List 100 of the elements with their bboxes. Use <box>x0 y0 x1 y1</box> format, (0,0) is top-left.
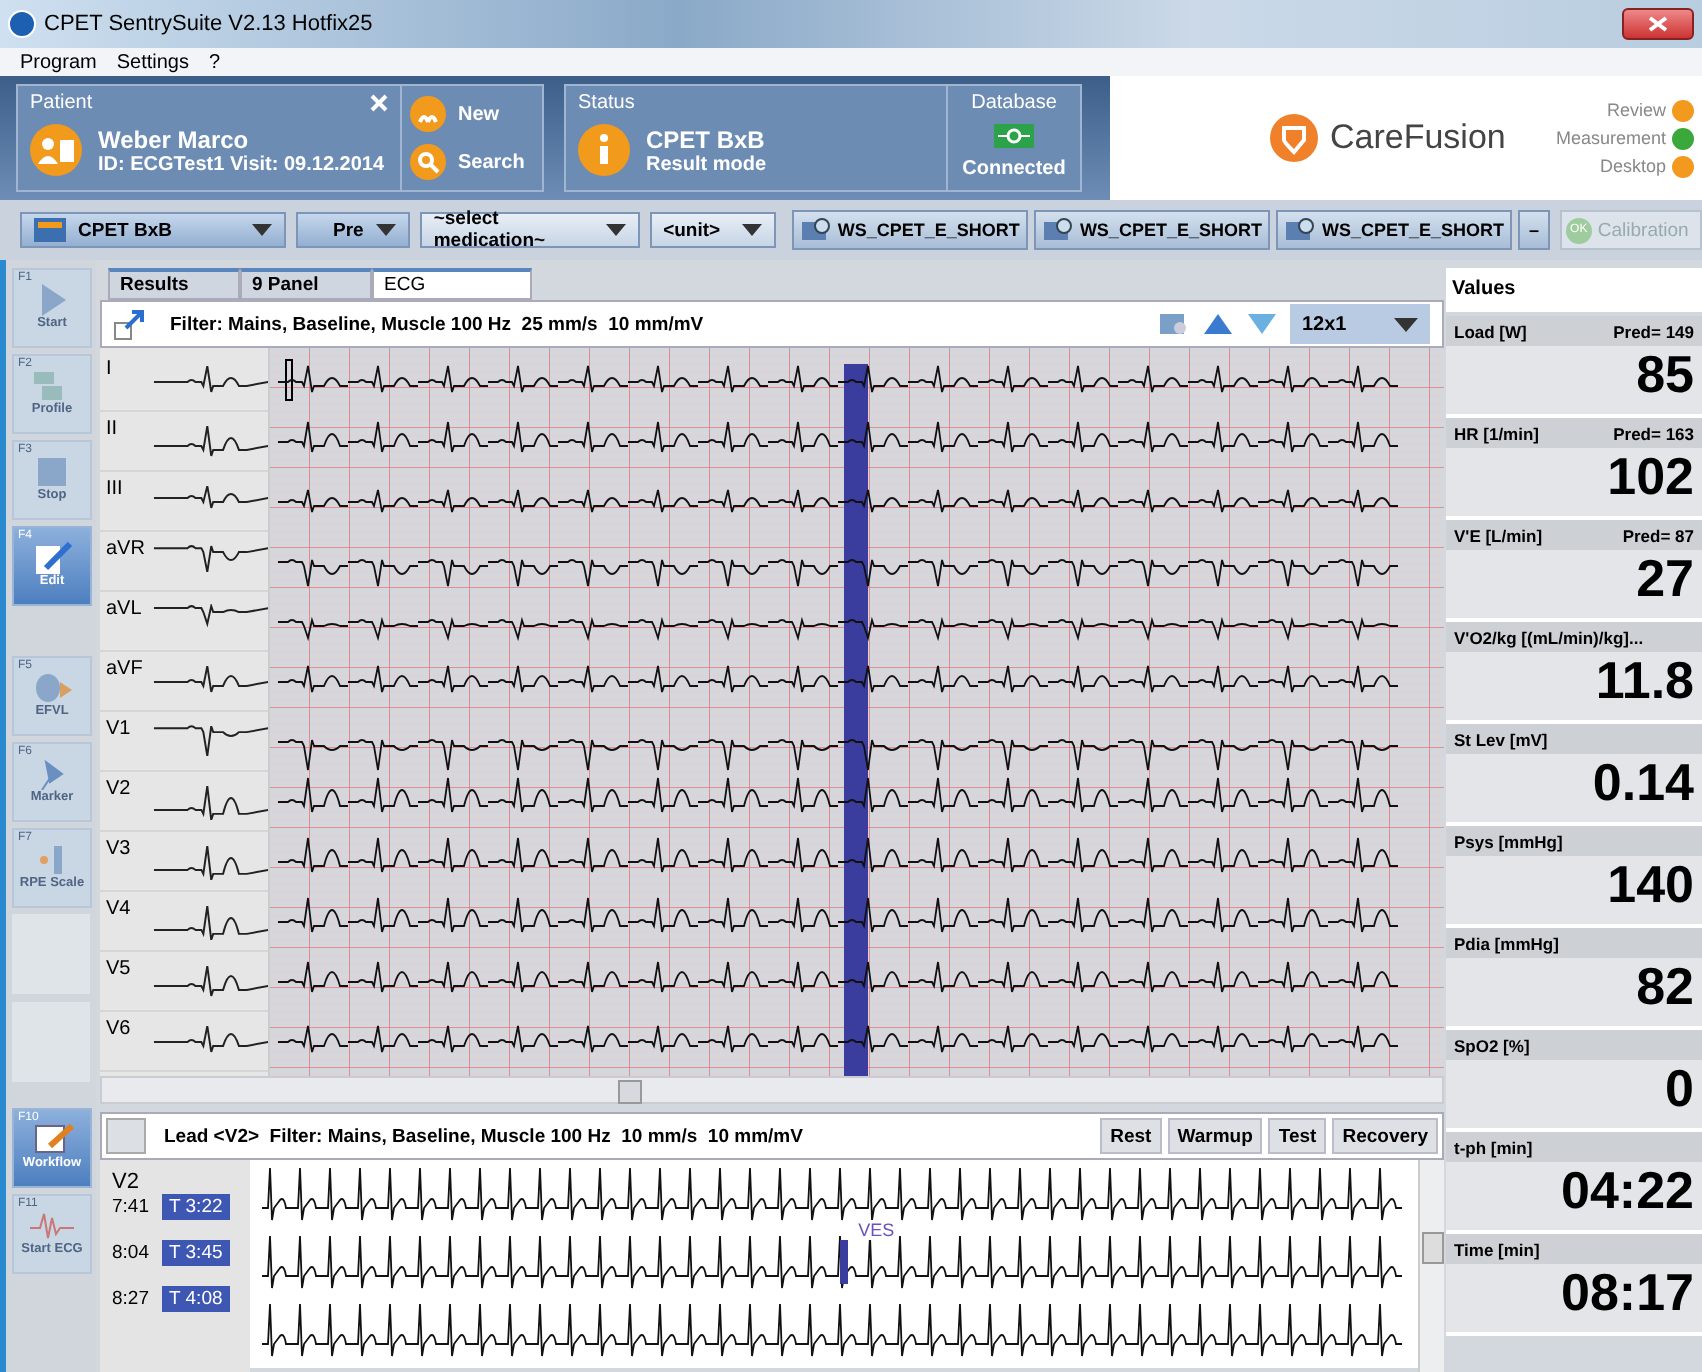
window-title: CPET SentrySuite V2.13 Hotfix25 <box>44 12 373 36</box>
menu-item[interactable]: Settings <box>116 51 189 73</box>
scrollbar[interactable] <box>100 1076 1444 1104</box>
predicted-value: Pred= 87 <box>1622 525 1694 545</box>
parameter-value: 11.8 <box>1593 652 1696 708</box>
lead-label: V2 <box>112 1170 141 1194</box>
panel-title: Values <box>1446 268 1702 312</box>
parameter-value: 27 <box>1634 550 1696 606</box>
parameter-value: 82 <box>1634 958 1696 1014</box>
menu-item[interactable]: ? <box>209 51 221 73</box>
status-title: CPET BxB <box>646 125 767 153</box>
time-tag: T 3:22 <box>161 1194 231 1220</box>
parameter-label: t-ph [min] <box>1454 1137 1533 1157</box>
phase-button[interactable]: Test <box>1268 1118 1327 1154</box>
patient-id: ID: ECGTest1 Visit: 09.12.2014 <box>98 153 385 175</box>
parameter-value: 04:22 <box>1559 1162 1696 1218</box>
parameter-value: 0.14 <box>1590 754 1696 810</box>
parameter-value: 85 <box>1634 346 1696 402</box>
dropdown[interactable]: Pre <box>296 212 410 248</box>
scrollbar[interactable] <box>1418 1160 1444 1372</box>
lead-label: II <box>104 416 120 440</box>
parameter-label: Pdia [mmHg] <box>1454 933 1559 953</box>
lead-label: V5 <box>104 956 133 980</box>
lead-label: V1 <box>104 716 133 740</box>
ecg-template-drawing <box>149 784 268 822</box>
status-mode: Result mode <box>646 153 767 175</box>
mode-link[interactable]: Desktop <box>1599 156 1666 176</box>
pencil-icon <box>30 542 74 574</box>
ecg-template-drawing <box>149 844 268 882</box>
menu-item[interactable]: Program <box>20 51 97 73</box>
ecg-template-drawing <box>149 964 268 998</box>
caret-icon <box>605 224 626 236</box>
dropdown[interactable]: <unit> <box>649 212 776 248</box>
down-arrow-icon[interactable] <box>1246 312 1278 336</box>
workspace-button[interactable]: WS_CPET_E_SHORT <box>1275 210 1512 250</box>
toggle-button[interactable] <box>106 1118 146 1154</box>
workspace-icon <box>1283 216 1316 244</box>
event-label: VES <box>858 1220 895 1240</box>
mode-link[interactable]: Measurement <box>1555 128 1666 148</box>
strip-time: 7:41 <box>112 1196 149 1218</box>
time-tag: T 3:45 <box>161 1240 231 1266</box>
ecg-template-drawing <box>149 904 268 942</box>
lead-label: V4 <box>104 896 133 920</box>
database-icon <box>994 124 1034 148</box>
caret-icon <box>252 224 273 236</box>
tab[interactable]: Results <box>108 268 240 300</box>
panel-label: Patient <box>30 92 93 114</box>
phase-button[interactable]: Warmup <box>1167 1118 1263 1154</box>
lead-label: III <box>104 476 125 500</box>
lead-label: V6 <box>104 1016 133 1040</box>
shield-logo-icon <box>1270 114 1318 162</box>
ecg-template-drawing <box>149 364 268 394</box>
lead-label: V2 <box>104 776 133 800</box>
parameter-label: SpO2 [%] <box>1454 1035 1530 1055</box>
ecg-template-drawing <box>149 424 268 458</box>
time-tag: T 4:08 <box>161 1286 231 1312</box>
info-icon <box>578 124 630 176</box>
minimize-button[interactable]: – <box>1518 210 1550 250</box>
database-status: Connected <box>962 158 1066 180</box>
close-icon[interactable] <box>370 94 388 112</box>
caret-icon <box>1394 317 1418 331</box>
phase-button[interactable]: Rest <box>1100 1118 1162 1154</box>
parameter-label: St Lev [mV] <box>1454 729 1548 749</box>
dropdown[interactable]: ~select medication~ <box>419 212 640 248</box>
ecg-template-drawing <box>149 484 268 510</box>
settings-icon[interactable] <box>1158 310 1190 338</box>
tab[interactable]: 9 Panel <box>240 268 372 300</box>
strip-time: 8:04 <box>112 1242 149 1264</box>
parameter-label: V'E [L/min] <box>1454 525 1543 545</box>
panel-label: Database <box>971 92 1057 114</box>
workspace-button[interactable]: WS_CPET_E_SHORT <box>1033 210 1270 250</box>
ecg-template-drawing <box>149 544 268 576</box>
clipboard-icon <box>30 1124 74 1156</box>
ecg-template-drawing <box>149 1024 268 1054</box>
parameter-value: 08:17 <box>1559 1264 1696 1320</box>
workspace-icon <box>1041 216 1074 244</box>
company-logo: CareFusion <box>1330 118 1506 158</box>
workspace-button[interactable]: WS_CPET_E_SHORT <box>791 210 1028 250</box>
waveform-icon <box>30 1210 74 1242</box>
parameter-value: 140 <box>1605 856 1696 912</box>
predicted-value: Pred= 149 <box>1613 321 1694 341</box>
layout-dropdown[interactable]: 12x1 <box>1290 304 1430 344</box>
tab[interactable]: ECG <box>372 268 532 300</box>
parameter-label: Psys [mmHg] <box>1454 831 1563 851</box>
ecg-template-drawing <box>149 604 268 628</box>
strip-time: 8:27 <box>112 1288 149 1310</box>
phase-button[interactable]: Recovery <box>1332 1118 1438 1154</box>
parameter-value: 0 <box>1663 1060 1696 1116</box>
person-card-icon <box>30 124 82 176</box>
mode-link[interactable]: Review <box>1606 100 1666 120</box>
lead-filter-info: Lead <V2> Filter: Mains, Baseline, Muscle 100 Hz 10 mm/s 10 mm/mV <box>164 1125 803 1147</box>
dropdown[interactable]: CPET BxB <box>20 212 287 248</box>
lead-label: aVR <box>104 536 147 560</box>
app-logo-icon <box>8 10 36 38</box>
ecg-template-drawing <box>149 724 268 760</box>
up-arrow-icon[interactable] <box>1202 312 1234 336</box>
close-button[interactable] <box>1622 8 1694 40</box>
parameter-value: 102 <box>1605 448 1696 504</box>
expand-icon[interactable] <box>114 308 146 340</box>
lead-label: aVL <box>104 596 144 620</box>
